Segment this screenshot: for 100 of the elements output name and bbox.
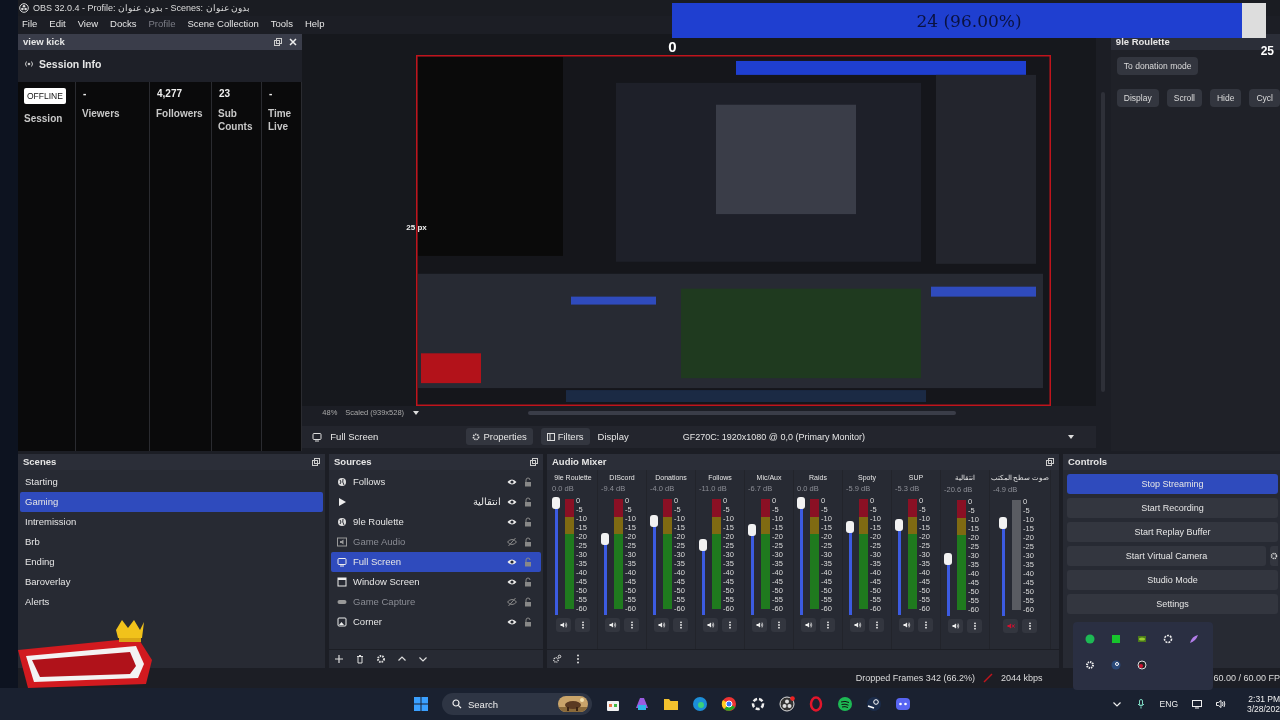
- roulette-button[interactable]: Hide: [1210, 88, 1242, 107]
- scene-item[interactable]: Intremission: [20, 511, 323, 532]
- control-button[interactable]: Stop Streaming: [1067, 473, 1278, 494]
- gamepad-icon[interactable]: [895, 696, 911, 712]
- menu-item[interactable]: Scene Collection: [187, 18, 259, 30]
- control-button[interactable]: Start Virtual Camera: [1067, 545, 1266, 566]
- record-icon[interactable]: [1137, 660, 1147, 670]
- roulette-button[interactable]: Cycl: [1249, 88, 1280, 107]
- source-item[interactable]: Game Audio: [331, 531, 541, 552]
- source-item[interactable]: 9le Roulette: [331, 511, 541, 532]
- chevron-icon[interactable]: [1111, 699, 1122, 709]
- clock-date[interactable]: 3/28/202: [1246, 704, 1280, 714]
- lock-icon[interactable]: [523, 516, 533, 527]
- source-item[interactable]: Window Screen: [331, 571, 541, 592]
- roulette-button[interactable]: Display: [1116, 88, 1159, 107]
- speaker-button[interactable]: [948, 618, 963, 633]
- speaker-button[interactable]: [556, 617, 571, 632]
- speaker-button[interactable]: [654, 617, 669, 632]
- float-icon[interactable]: [1046, 457, 1054, 466]
- settings-icon[interactable]: [376, 654, 386, 665]
- menu-item[interactable]: Tools: [270, 18, 293, 30]
- control-button[interactable]: Settings: [1067, 593, 1278, 614]
- lock-icon[interactable]: [523, 536, 533, 547]
- speaker-button[interactable]: [801, 617, 816, 632]
- control-button[interactable]: Start Recording: [1067, 497, 1278, 518]
- menu-button[interactable]: [624, 617, 639, 632]
- source-item[interactable]: Game Capture: [331, 591, 541, 612]
- control-button[interactable]: Studio Mode: [1067, 569, 1278, 590]
- menu-button[interactable]: [918, 617, 933, 632]
- scene-item[interactable]: Ending: [20, 551, 323, 572]
- speaker-icon: [608, 620, 617, 629]
- menu-button[interactable]: [820, 617, 835, 632]
- folder-icon[interactable]: [663, 696, 679, 712]
- roulette-button[interactable]: Scroll: [1166, 88, 1202, 107]
- clock-time[interactable]: 2:31 PM: [1248, 694, 1280, 704]
- float-icon[interactable]: [312, 457, 320, 466]
- browser-icon[interactable]: [721, 696, 737, 712]
- menu-button[interactable]: [967, 618, 982, 633]
- menu-item[interactable]: Docks: [110, 18, 137, 30]
- scene-item[interactable]: Gaming: [20, 491, 323, 512]
- music-icon[interactable]: [1085, 634, 1095, 644]
- menu-item[interactable]: File: [22, 18, 38, 30]
- properties-button[interactable]: Properties: [466, 428, 533, 446]
- window-title: OBS 32.0.4 - Profile: بدون عنوان - Scenes: بدون عنوان: [33, 2, 251, 13]
- scene-item[interactable]: Baroverlay: [20, 571, 323, 592]
- speaker-button[interactable]: [703, 617, 718, 632]
- volume-icon[interactable]: [1216, 699, 1226, 709]
- source-item[interactable]: انتقالية: [331, 491, 541, 512]
- filters-button[interactable]: Filters: [540, 428, 590, 446]
- caret-icon[interactable]: [412, 408, 421, 417]
- menu-item[interactable]: Edit: [49, 18, 66, 30]
- menu-button[interactable]: [771, 617, 786, 632]
- menu-button[interactable]: [722, 617, 737, 632]
- lock-icon[interactable]: [523, 496, 533, 507]
- scrollbar[interactable]: [528, 410, 957, 415]
- settings-icon[interactable]: [552, 654, 562, 665]
- speaker-button[interactable]: [605, 617, 620, 632]
- lock-icon[interactable]: [523, 616, 533, 627]
- monitor-icon[interactable]: [1192, 699, 1202, 709]
- windows-icon[interactable]: [413, 696, 429, 712]
- lock-icon[interactable]: [523, 596, 533, 607]
- trash-icon[interactable]: [355, 654, 365, 665]
- speaker-button[interactable]: [899, 617, 914, 632]
- search-icon: [452, 699, 462, 709]
- close-icon[interactable]: [289, 37, 298, 46]
- menu-button[interactable]: [673, 617, 688, 632]
- language-indicator[interactable]: ENG: [1159, 699, 1178, 709]
- lock-icon[interactable]: [523, 476, 533, 487]
- menu-item[interactable]: Help: [304, 18, 325, 30]
- scene-item[interactable]: Brb: [20, 531, 323, 552]
- gear-icon[interactable]: [1085, 660, 1095, 670]
- volume-slider[interactable]: [552, 496, 560, 615]
- eye-slash-icon[interactable]: [507, 536, 517, 547]
- feather-icon[interactable]: [1189, 634, 1199, 644]
- eye-slash-icon[interactable]: [507, 596, 517, 607]
- source-item[interactable]: Follows: [331, 471, 541, 492]
- mode-button[interactable]: To donation mode: [1116, 56, 1199, 75]
- music-icon[interactable]: [837, 696, 853, 712]
- control-button[interactable]: Start Replay Buffer: [1067, 521, 1278, 542]
- speaker-button[interactable]: [752, 617, 767, 632]
- add-icon[interactable]: [334, 654, 344, 665]
- menu-button[interactable]: [575, 617, 590, 632]
- dropped-frames: Dropped Frames 342 (66.2%): [855, 673, 975, 684]
- menu-item[interactable]: View: [77, 18, 99, 30]
- square-icon[interactable]: [1111, 634, 1121, 644]
- settings-button[interactable]: [1270, 545, 1278, 566]
- menu-button[interactable]: [1022, 618, 1037, 633]
- lock-icon[interactable]: [523, 576, 533, 587]
- float-icon[interactable]: [530, 457, 538, 466]
- microphone-icon[interactable]: [1135, 699, 1146, 709]
- scene-item[interactable]: Starting: [20, 471, 323, 492]
- app-icon[interactable]: [634, 696, 650, 712]
- menu-button[interactable]: [869, 617, 884, 632]
- float-icon[interactable]: [274, 37, 283, 46]
- source-item[interactable]: Corner: [331, 611, 541, 632]
- scene-item[interactable]: Alerts: [20, 591, 323, 612]
- search-field[interactable]: Search: [442, 693, 592, 715]
- source-item[interactable]: Full Screen: [331, 551, 541, 572]
- speaker-button[interactable]: [850, 617, 865, 632]
- volume-slider[interactable]: [797, 496, 805, 615]
